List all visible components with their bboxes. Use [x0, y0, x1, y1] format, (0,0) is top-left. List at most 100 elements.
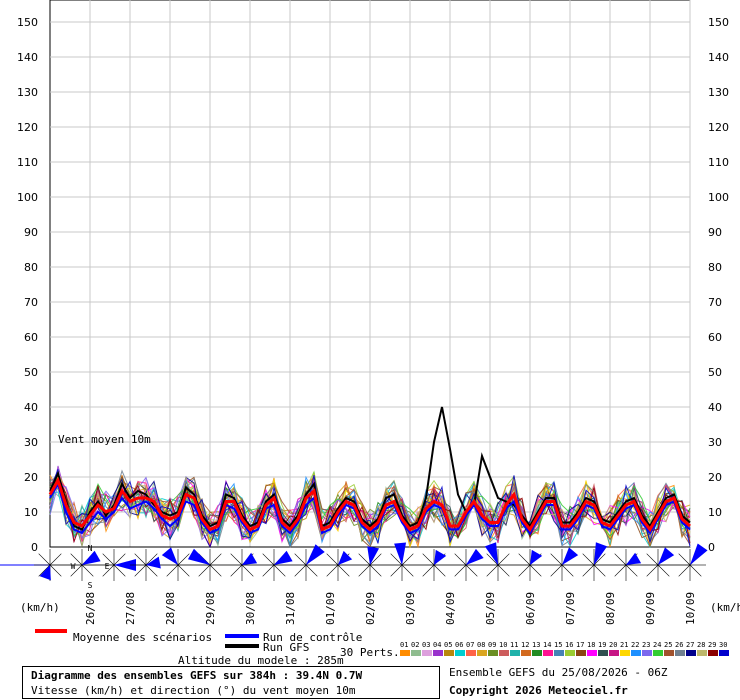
y-unit-right: (km/h)	[710, 601, 740, 614]
legend-perts-label: 30 Perts.	[340, 646, 400, 659]
wind-rose	[418, 549, 450, 581]
chart-title: Diagramme des ensembles GEFS sur 384h : …	[31, 669, 363, 682]
ensemble-run-label: Ensemble GEFS du 25/08/2026 - 06Z	[449, 666, 668, 679]
pert-number: 03	[422, 641, 430, 649]
y-tick-label-left: 140	[17, 51, 38, 64]
pert-swatch	[708, 650, 718, 656]
pert-number: 17	[576, 641, 584, 649]
pert-number: 10	[499, 641, 507, 649]
wind-direction-wedge	[39, 565, 51, 581]
y-tick-label-right: 130	[708, 86, 729, 99]
pert-number: 29	[708, 641, 716, 649]
pert-swatch	[697, 650, 707, 656]
pert-swatch	[466, 650, 476, 656]
legend-gfs-label: Run GFS	[263, 641, 309, 654]
pert-number: 28	[697, 641, 705, 649]
wind-direction-wedge	[187, 548, 210, 565]
wind-rose	[514, 549, 546, 581]
pert-number: 19	[598, 641, 606, 649]
pert-swatch	[499, 650, 509, 656]
wind-rose	[354, 546, 386, 581]
pert-number: 05	[444, 641, 452, 649]
x-date-label: 09/09	[644, 592, 657, 625]
pert-swatch	[477, 650, 487, 656]
wind-rose	[386, 542, 418, 581]
wind-rose	[130, 549, 162, 581]
y-tick-label-right: 120	[708, 121, 729, 134]
pert-swatch	[554, 650, 564, 656]
pert-swatch	[587, 650, 597, 656]
pert-swatch	[664, 650, 674, 656]
rose-cardinal-north: N	[88, 544, 93, 553]
wind-rose	[322, 549, 354, 581]
pert-swatch	[488, 650, 498, 656]
pert-swatch	[455, 650, 465, 656]
pert-swatch	[576, 650, 586, 656]
wind-direction-wedge	[161, 547, 178, 565]
wind-direction-wedge	[466, 548, 484, 565]
pert-swatch	[653, 650, 663, 656]
pert-number: 24	[653, 641, 661, 649]
y-tick-label-right: 0	[708, 541, 715, 554]
y-tick-label-right: 70	[708, 296, 722, 309]
y-tick-label-left: 30	[24, 436, 38, 449]
y-tick-label-left: 40	[24, 401, 38, 414]
wind-direction-wedge	[338, 550, 353, 565]
wind-rose	[674, 543, 708, 581]
rose-cardinal-east: E	[105, 562, 110, 571]
y-tick-label-right: 80	[708, 261, 722, 274]
pert-swatch	[444, 650, 454, 656]
pert-number: 06	[455, 641, 463, 649]
pert-number: 14	[543, 641, 551, 649]
x-date-label: 28/08	[164, 592, 177, 625]
wind-rose	[226, 549, 258, 581]
y-axis-right: 0 10 20 30 40 50 60 70 80 90 100 110 120 130 140 150	[708, 16, 729, 554]
pert-number: 20	[609, 641, 617, 649]
wind-ensemble-chart: 0102030405060708090100110120130140150 01…	[0, 0, 740, 656]
pert-swatch	[400, 650, 410, 656]
wind-rose	[450, 548, 484, 581]
y-tick-label-right: 110	[708, 156, 729, 169]
chart-annotation: Vent moyen 10m	[58, 433, 151, 446]
wind-direction-wedge	[434, 549, 447, 565]
y-tick-label-left: 150	[17, 16, 38, 29]
x-date-label: 06/09	[524, 592, 537, 625]
wind-direction-wedge	[394, 542, 407, 565]
x-date-label: 31/08	[284, 592, 297, 625]
wind-rose	[34, 549, 66, 581]
y-tick-label-left: 50	[24, 366, 38, 379]
pert-number: 13	[532, 641, 540, 649]
y-tick-label-right: 20	[708, 471, 722, 484]
x-date-label: 10/09	[684, 592, 697, 625]
pert-number: 02	[411, 641, 419, 649]
pert-number: 16	[565, 641, 573, 649]
x-date-label: 27/08	[124, 592, 137, 625]
pert-swatch	[510, 650, 520, 656]
wind-rose	[290, 544, 325, 581]
pert-number: 12	[521, 641, 529, 649]
wind-direction-wedge	[530, 549, 543, 565]
rose-cardinal-west: W	[71, 562, 76, 571]
y-tick-label-left: 120	[17, 121, 38, 134]
pert-swatch	[686, 650, 696, 656]
y-unit-left: (km/h)	[20, 601, 60, 614]
pert-number: 08	[477, 641, 485, 649]
y-tick-label-left: 110	[17, 156, 38, 169]
x-axis-date-labels: 26/08 27/08 28/08 29/08 30/08 31/08 01/09 02/09…	[84, 592, 697, 625]
pert-swatch	[598, 650, 608, 656]
wind-direction-wedge	[626, 552, 642, 565]
title-box: Diagramme des ensembles GEFS sur 384h : …	[22, 666, 440, 699]
x-date-label: 04/09	[444, 592, 457, 625]
y-tick-label-left: 20	[24, 471, 38, 484]
y-tick-label-left: 10	[24, 506, 38, 519]
y-tick-label-left: 70	[24, 296, 38, 309]
pert-number: 21	[620, 641, 628, 649]
legend-gfs-swatch	[225, 644, 259, 648]
y-tick-label-left: 80	[24, 261, 38, 274]
y-tick-label-left: 90	[24, 226, 38, 239]
y-tick-label-right: 10	[708, 506, 722, 519]
y-tick-label-right: 140	[708, 51, 729, 64]
pert-number: 09	[488, 641, 496, 649]
pert-number: 18	[587, 641, 595, 649]
x-date-label: 05/09	[484, 592, 497, 625]
